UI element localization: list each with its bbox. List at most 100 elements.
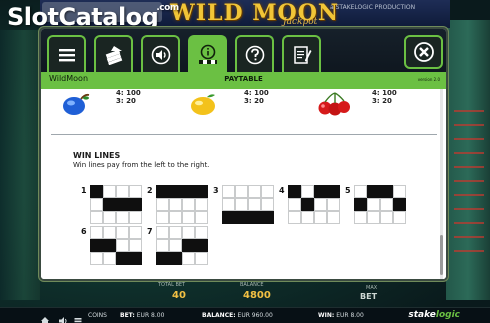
win-line-cell <box>116 198 129 211</box>
coins-label[interactable]: COINS <box>88 312 107 319</box>
win-value: EUR 8.00 <box>336 312 364 319</box>
win-line-cell <box>116 185 129 198</box>
home-icon[interactable] <box>40 311 50 323</box>
cherry-payout-3: 3: 20 <box>372 97 392 105</box>
win-line-cell <box>116 211 129 224</box>
win-line-1-diagram <box>90 185 142 224</box>
win-line-cell <box>169 185 182 198</box>
win-line-cell <box>169 226 182 239</box>
win-line-cell <box>90 252 103 265</box>
production-credit: a STAKELOGIC PRODUCTION <box>330 4 416 11</box>
win-line-cell <box>235 185 248 198</box>
win-line-cell <box>380 198 393 211</box>
win-line-number: 5 <box>345 186 351 195</box>
speaker-icon <box>151 45 171 65</box>
total-bet-value: 40 <box>172 290 186 301</box>
brand-part-a: stake <box>408 310 436 320</box>
win-line-number: 3 <box>213 186 219 195</box>
win-line-number: 1 <box>81 186 87 195</box>
win-line-cell <box>129 252 142 265</box>
win-line-cell <box>261 185 274 198</box>
plum-payout-3: 3: 20 <box>116 97 136 105</box>
question-icon <box>245 45 265 65</box>
win-line-cell <box>248 185 261 198</box>
win-line-cell <box>235 198 248 211</box>
win-line-cell <box>103 185 116 198</box>
win-line-cell <box>103 211 116 224</box>
win-line-cell <box>195 252 208 265</box>
win-line-cell <box>354 185 367 198</box>
win-line-cell <box>380 211 393 224</box>
hamburger-icon <box>58 47 76 63</box>
plum-payout-4: 4: 100 <box>116 89 141 97</box>
paytable-content: 4: 100 3: 20 4: 100 3: 20 4: 100 3: 20 WIN … <box>41 89 446 279</box>
win-line-cell <box>182 211 195 224</box>
win-line-cell <box>169 239 182 252</box>
history-button[interactable] <box>282 35 321 73</box>
menu-button[interactable] <box>47 35 86 73</box>
close-button[interactable] <box>404 35 443 69</box>
paytable-navbar <box>41 29 446 73</box>
win-line-cell <box>129 185 142 198</box>
win-line-cell <box>195 198 208 211</box>
win-line-cell <box>301 185 314 198</box>
win-line-cell <box>367 211 380 224</box>
win-line-cell <box>103 252 116 265</box>
win-label: WIN: <box>318 312 335 319</box>
win-line-cell <box>156 252 169 265</box>
win-display: WIN: EUR 8.00 <box>318 312 364 319</box>
help-button[interactable] <box>235 35 274 73</box>
balance-display: BALANCE: EUR 960.00 <box>202 312 273 319</box>
win-line-cell <box>222 185 235 198</box>
paytable-title-bar: WildMoon PAYTABLE version 2.0 <box>41 72 446 89</box>
win-line-cell <box>169 211 182 224</box>
coin-stack-icon[interactable] <box>73 311 83 323</box>
section-divider <box>51 134 437 135</box>
win-line-cell <box>182 198 195 211</box>
win-line-cell <box>248 211 261 224</box>
win-line-cell <box>156 226 169 239</box>
page-title: PAYTABLE <box>224 75 263 83</box>
cherry-payout-4: 4: 100 <box>372 89 397 97</box>
bet-settings-button[interactable] <box>94 35 133 73</box>
coins-arrow-icon <box>103 45 125 65</box>
brand-part-b: logic <box>435 310 460 320</box>
win-line-cell <box>169 252 182 265</box>
win-line-cell <box>288 185 301 198</box>
balance-label: BALANCE <box>240 282 264 288</box>
speaker-icon[interactable] <box>58 311 68 323</box>
win-line-cell <box>261 198 274 211</box>
document-pencil-icon <box>292 45 312 65</box>
bet-value: EUR 8.00 <box>136 312 165 319</box>
background-left-slot-machines <box>0 30 40 300</box>
version-label: version 2.0 <box>417 77 440 82</box>
symbol-payout-strip: 4: 100 3: 20 4: 100 3: 20 4: 100 3: 20 <box>41 89 446 133</box>
win-line-cell <box>235 211 248 224</box>
win-line-cell <box>222 198 235 211</box>
bet-display: BET: EUR 8.00 <box>120 312 164 319</box>
lemon-icon <box>189 91 215 115</box>
win-line-cell <box>90 198 103 211</box>
max-bet-label-2[interactable]: BET <box>360 292 377 301</box>
plum-icon <box>61 91 90 115</box>
win-line-cell <box>103 239 116 252</box>
win-line-cell <box>195 239 208 252</box>
win-line-number: 4 <box>279 186 285 195</box>
win-line-cell <box>327 211 340 224</box>
total-bet-label: TOTAL BET <box>158 282 186 288</box>
win-line-cell <box>380 185 393 198</box>
paytable-tab-button[interactable] <box>188 35 227 73</box>
lemon-payout-4: 4: 100 <box>244 89 269 97</box>
scrollbar-thumb[interactable] <box>440 235 443 275</box>
win-line-cell <box>327 198 340 211</box>
win-line-cell <box>367 185 380 198</box>
win-line-cell <box>90 185 103 198</box>
win-line-cell <box>288 198 301 211</box>
balance-label: BALANCE: <box>202 312 236 319</box>
background-decoration <box>454 110 484 260</box>
balance-value: EUR 960.00 <box>237 312 273 319</box>
paytable-panel: WildMoon PAYTABLE version 2.0 4: 100 3: 2… <box>39 27 448 281</box>
win-line-6-diagram <box>90 226 142 265</box>
sound-button[interactable] <box>141 35 180 73</box>
win-line-cell <box>367 198 380 211</box>
